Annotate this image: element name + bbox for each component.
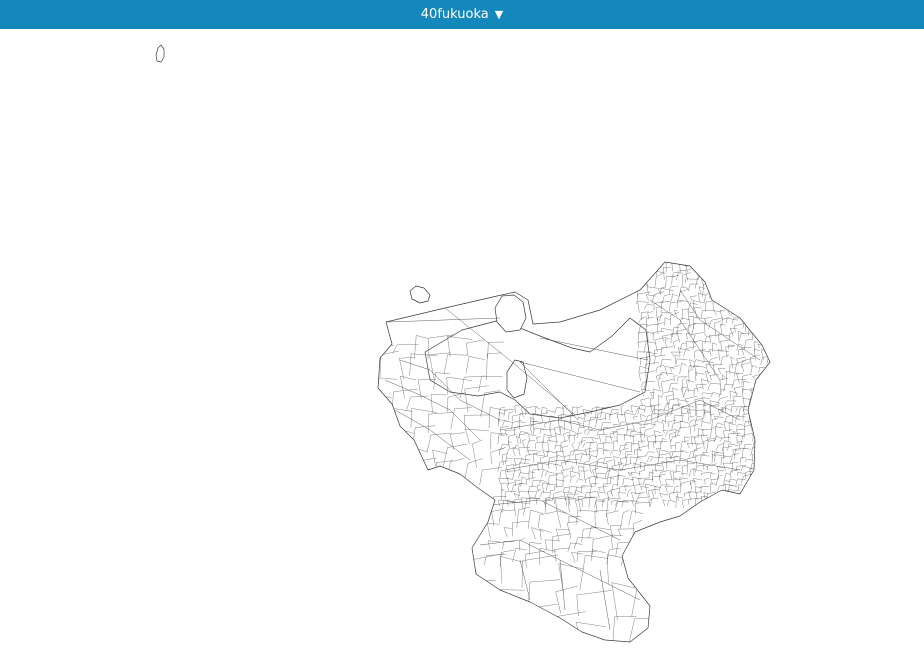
- map-canvas[interactable]: [0, 29, 924, 660]
- island-north: [155, 44, 165, 63]
- dataset-label: 40fukuoka: [420, 7, 489, 22]
- dataset-selector[interactable]: 40fukuoka ▼: [415, 0, 509, 29]
- island-nokonoshima: [409, 285, 431, 304]
- caret-down-icon: ▼: [494, 8, 504, 21]
- boundary-map[interactable]: [0, 29, 924, 660]
- top-bar: 40fukuoka ▼: [0, 0, 924, 29]
